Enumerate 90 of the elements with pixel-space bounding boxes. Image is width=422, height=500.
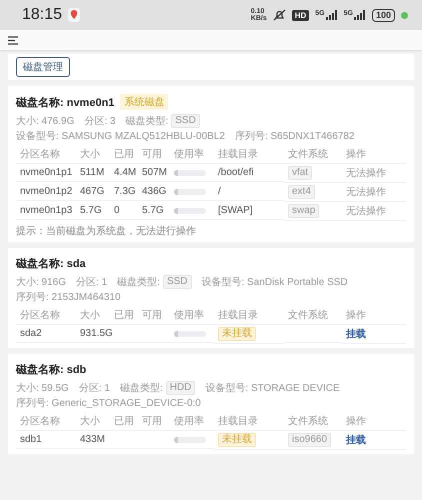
table-cell: 7.3G [110,184,138,201]
column-header: 分区名称 [16,412,76,431]
map-pin-icon [68,8,80,22]
column-header: 大小 [76,306,110,325]
table-cell: nvme0n1p1 [16,165,76,182]
filesystem-tag: swap [288,204,320,218]
status-dot [401,12,408,18]
column-header: 挂载目录 [214,412,284,431]
action-text: 无法操作 [346,204,386,218]
table-cell: 4.4M [110,165,138,182]
column-header: 已用 [110,306,138,325]
table-cell: 433M [76,432,110,449]
table-cell: 467G [76,184,110,201]
disk-info-text: 磁盘类型: [120,382,163,395]
table-cell: sda2 [16,326,76,343]
filesystem-tag: ext4 [288,185,315,199]
column-header: 可用 [138,412,170,431]
disk-info-text: 磁盘类型: [117,276,160,289]
usage-bar [174,208,206,214]
table-cell: 0 [110,203,138,220]
mount-link[interactable]: 挂载 [346,433,366,447]
column-header: 已用 [110,412,138,431]
column-header: 挂载目录 [214,306,284,325]
column-header: 分区名称 [16,306,76,325]
disk-title: 磁盘名称: sdb [16,362,86,377]
clock: 18:15 [22,6,62,24]
disk-info-text: 分区: 1 [78,382,110,395]
table-cell: /boot/efi [214,165,284,182]
hd-voice-icon: HD [292,10,310,20]
disk-type-tag: SSD [171,114,200,128]
system-disk-badge: 系统磁盘 [120,94,168,110]
unmounted-tag: 未挂载 [218,327,256,341]
disk-info-text: 大小: 476.9G [16,114,74,128]
column-header: 操作 [342,145,406,164]
column-header: 大小 [76,412,110,431]
column-header: 大小 [76,145,110,164]
filesystem-tag: vfat [288,166,312,180]
column-header: 使用率 [170,306,214,325]
usage-bar [174,170,206,176]
disk-info-text: 序列号: S65DNX1T466782 [234,130,354,143]
action-text: 无法操作 [346,186,386,199]
column-header: 使用率 [170,412,214,431]
disk-title: 磁盘名称: nvme0n1 [16,96,114,110]
disk-type-tag: SSD [162,275,192,289]
table-cell: 5.7G [138,203,170,220]
table-cell: 931.5G [76,326,110,343]
disk-type-tag: HDD [166,381,196,395]
disk-title: 磁盘名称: sda [16,256,86,271]
battery-icon: 100 [372,8,395,22]
filesystem-tag: iso9660 [288,433,332,447]
disk-info-text: 序列号: Generic_STORAGE_DEVICE-0:0 [16,396,201,410]
mount-link[interactable]: 挂载 [346,327,366,341]
column-header: 可用 [138,306,170,325]
usage-bar [174,331,206,337]
usage-bar [174,437,206,443]
note-text: 提示：当前磁盘为系统盘，无法进行操作 [16,224,197,238]
disk-info-text: 大小: 916G [16,276,66,289]
table-cell: 507M [138,165,170,182]
unmounted-tag: 未挂载 [218,433,256,447]
disk-info-text: 大小: 59.5G [16,382,69,395]
menu-icon[interactable] [8,36,18,44]
table-cell: sdb1 [16,432,76,449]
column-header: 可用 [138,145,170,164]
muted-bell-icon [272,9,286,21]
tab[interactable]: 磁盘管理 [16,57,70,77]
action-text: 无法操作 [346,166,386,180]
table-cell: / [214,184,284,201]
column-header: 挂载目录 [214,145,284,164]
column-header: 文件系统 [284,306,342,325]
disk-info-text: 分区: 3 [84,115,116,128]
column-header: 操作 [342,306,406,325]
column-header: 文件系统 [284,412,342,431]
disk-info-text: 分区: 1 [76,276,108,289]
disk-info-text: 设备型号: SAMSUNG MZALQ512HBLU-00BL2 [16,130,225,143]
column-header: 分区名称 [16,145,76,164]
table-cell: nvme0n1p2 [16,184,76,201]
disk-info-text: 设备型号: STORAGE DEVICE [205,382,340,395]
table-cell: nvme0n1p3 [16,203,76,220]
column-header: 文件系统 [284,145,342,164]
disk-info-text: 磁盘类型: [125,114,168,128]
table-cell: 436G [138,184,170,201]
disk-info-text: 设备型号: SanDisk Portable SSD [202,276,348,289]
column-header: 已用 [110,145,138,164]
table-cell: 5.7G [76,203,110,220]
table-cell: [SWAP] [214,203,284,220]
usage-bar [174,189,206,195]
disk-info-text: 序列号: 2153JM464310 [16,290,121,304]
column-header: 使用率 [170,145,214,164]
column-header: 操作 [342,412,406,431]
table-cell: 511M [76,165,110,182]
